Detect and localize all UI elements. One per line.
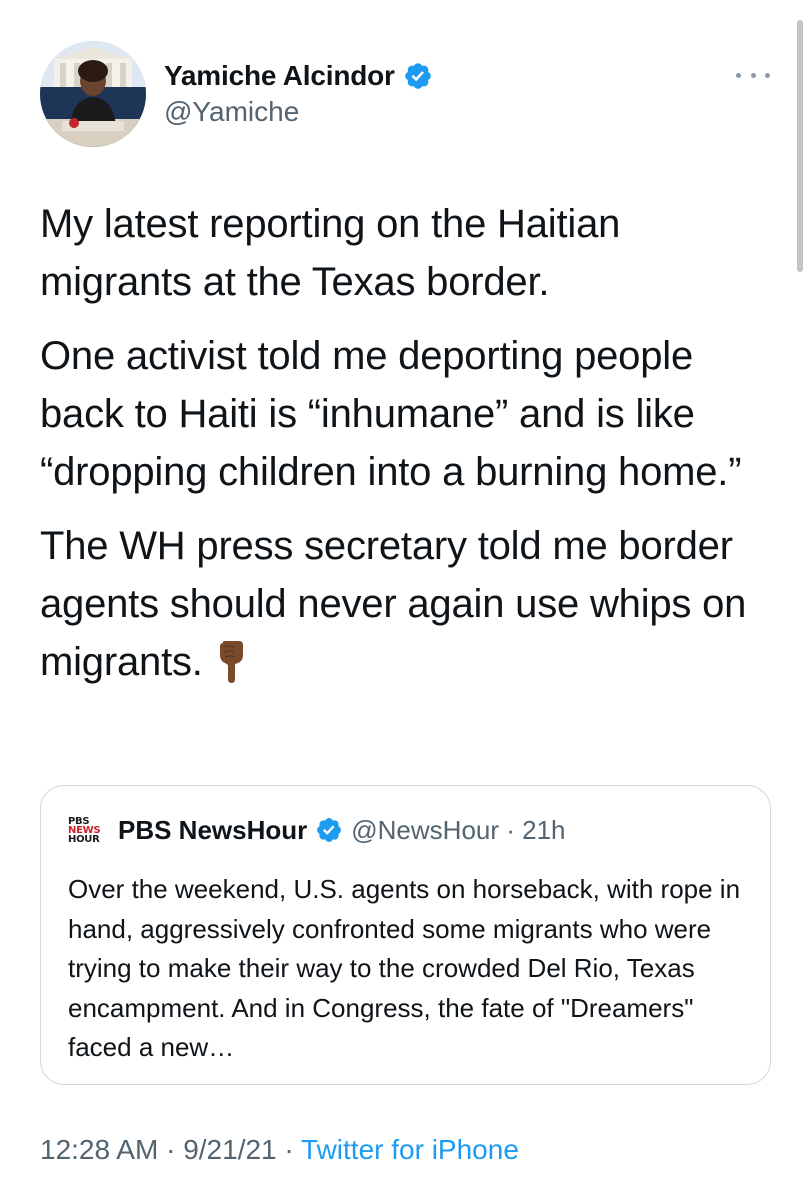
pbs-newshour-logo[interactable]: PBS NEWS HOUR: [68, 812, 110, 848]
author-display-name[interactable]: Yamiche Alcindor: [164, 60, 395, 92]
pointing-down-hand-icon: [217, 641, 247, 699]
logo-line: HOUR: [68, 833, 100, 845]
tweet-date[interactable]: 9/21/21: [183, 1134, 276, 1165]
quoted-handle-time[interactable]: @NewsHour · 21h: [351, 815, 565, 846]
avatar-photo: [40, 41, 146, 147]
more-dot: [750, 72, 756, 78]
scrollbar-thumb[interactable]: [797, 20, 803, 272]
tweet-paragraph: One activist told me deporting people ba…: [40, 334, 742, 494]
more-dot: [736, 72, 741, 78]
tweet-timestamp-row: 12:28 AM · 9/21/21 · Twitter for iPhone: [40, 1134, 519, 1166]
tweet-text: My latest reporting on the Haitian migra…: [40, 195, 780, 699]
more-dot: [765, 72, 770, 78]
author-avatar[interactable]: [40, 41, 146, 147]
author-handle[interactable]: @Yamiche: [164, 96, 299, 128]
verified-badge-icon: [315, 816, 343, 844]
separator: ·: [276, 1134, 302, 1165]
quoted-tweet-header: PBS NEWS HOUR PBS NewsHour @NewsHour · 2…: [68, 812, 566, 848]
tweet-paragraph: The WH press secretary told me border ag…: [40, 517, 780, 699]
tweet-source-link[interactable]: Twitter for iPhone: [301, 1134, 519, 1165]
separator: ·: [158, 1134, 184, 1165]
author-name-row[interactable]: Yamiche Alcindor: [164, 56, 433, 96]
tweet-time[interactable]: 12:28 AM: [40, 1134, 158, 1165]
quoted-tweet-card[interactable]: PBS NEWS HOUR PBS NewsHour @NewsHour · 2…: [40, 785, 771, 1085]
tweet-paragraph-text: The WH press secretary told me border ag…: [40, 524, 747, 684]
quoted-tweet-text: Over the weekend, U.S. agents on horseba…: [68, 874, 741, 1062]
more-options-icon[interactable]: [736, 60, 770, 90]
tweet-paragraph: My latest reporting on the Haitian migra…: [40, 202, 621, 304]
quoted-display-name[interactable]: PBS NewsHour: [118, 815, 307, 846]
verified-badge-icon: [403, 61, 433, 91]
